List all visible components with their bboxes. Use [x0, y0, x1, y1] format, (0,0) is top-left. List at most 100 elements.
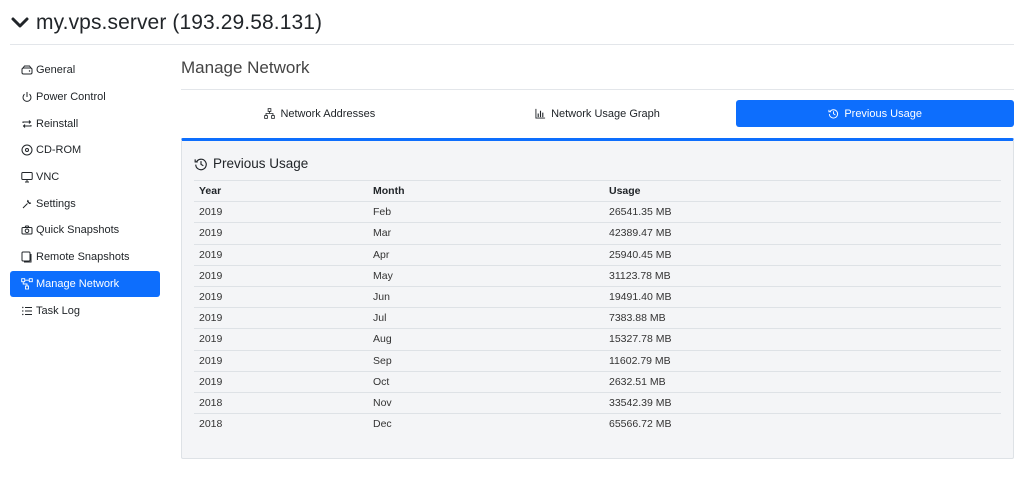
previous-usage-card: Previous Usage Year Month Usage 2019 Feb 2… — [181, 138, 1014, 459]
bar-chart-icon — [535, 108, 547, 120]
table-row: 2019 Sep 11602.79 MB — [194, 349, 1001, 372]
cell-usage: 65566.72 MB — [604, 413, 1001, 435]
cell-year: 2019 — [194, 243, 368, 266]
cell-year: 2019 — [194, 328, 368, 350]
cell-year: 2019 — [194, 222, 368, 245]
cell-year: 2019 — [194, 201, 368, 223]
sidebar: General Power Control Reinstall CD-ROM V… — [10, 57, 160, 324]
cell-usage: 15327.78 MB — [604, 328, 1001, 350]
sidebar-item-label: Remote Snapshots — [36, 251, 130, 264]
diagram-icon — [264, 107, 276, 120]
sidebar-item-remote-snapshots[interactable]: Remote Snapshots — [10, 244, 160, 271]
sidebar-item-label: VNC — [36, 171, 60, 184]
server-title: my.vps.server (193.29.58.131) — [36, 11, 323, 34]
disc-icon — [20, 144, 33, 157]
sidebar-item-manage-network[interactable]: Manage Network — [10, 270, 160, 298]
cell-month: Sep — [368, 349, 604, 372]
network-icon — [20, 277, 33, 290]
camera-icon — [20, 224, 33, 237]
cell-year: 2019 — [194, 264, 368, 287]
sidebar-item-label: Manage Network — [36, 277, 120, 290]
cell-month: Dec — [368, 413, 604, 435]
sidebar-item-power-control[interactable]: Power Control — [10, 84, 160, 111]
hdd-icon — [20, 64, 33, 77]
table-row: 2019 Mar 42389.47 MB — [194, 222, 1001, 245]
cell-usage: 33542.39 MB — [604, 391, 1001, 414]
table-row: 2019 Aug 15327.78 MB — [194, 328, 1001, 350]
cell-month: Feb — [368, 201, 604, 223]
cell-month: Jul — [368, 307, 604, 329]
cell-month: Mar — [368, 222, 604, 245]
sidebar-item-cd-rom[interactable]: CD-ROM — [10, 137, 160, 164]
table-row: 2019 Oct 2632.51 MB — [194, 370, 1001, 393]
card-title-text: Previous Usage — [213, 156, 309, 171]
cell-usage: 25940.45 MB — [604, 243, 1001, 266]
sidebar-item-general[interactable]: General — [10, 57, 160, 84]
tab-label: Previous Usage — [844, 107, 922, 120]
sidebar-item-label: CD-ROM — [36, 144, 82, 157]
tab-label: Network Usage Graph — [551, 107, 660, 120]
cell-usage: 11602.79 MB — [604, 349, 1001, 372]
cell-year: 2018 — [194, 413, 368, 435]
cell-month: May — [368, 264, 604, 287]
usage-table: Year Month Usage 2019 Feb 26541.35 MB 2019… — [194, 179, 1001, 435]
sidebar-item-label: Power Control — [36, 91, 106, 104]
sidebar-item-label: General — [36, 64, 76, 77]
column-header-month: Month — [368, 179, 604, 202]
cell-usage: 7383.88 MB — [604, 307, 1001, 329]
table-row: 2019 Feb 26541.35 MB — [194, 201, 1001, 223]
sidebar-item-label: Settings — [36, 197, 76, 210]
sidebar-item-task-log[interactable]: Task Log — [10, 297, 160, 324]
copy-icon — [20, 251, 33, 264]
cell-year: 2019 — [194, 285, 368, 308]
column-header-year: Year — [194, 179, 368, 202]
title-divider — [181, 89, 1014, 90]
table-row: 2019 Jul 7383.88 MB — [194, 307, 1001, 329]
cell-month: Jun — [368, 285, 604, 308]
cell-year: 2019 — [194, 307, 368, 329]
cell-year: 2018 — [194, 391, 368, 414]
display-icon — [20, 171, 33, 184]
column-header-usage: Usage — [604, 179, 1001, 202]
cell-usage: 31123.78 MB — [604, 264, 1001, 287]
cell-usage: 26541.35 MB — [604, 201, 1001, 223]
sidebar-item-quick-snapshots[interactable]: Quick Snapshots — [10, 217, 160, 244]
sidebar-item-label: Task Log — [36, 304, 81, 317]
cell-month: Aug — [368, 328, 604, 350]
sidebar-item-vnc[interactable]: VNC — [10, 164, 160, 191]
table-row: 2019 Jun 19491.40 MB — [194, 285, 1001, 308]
tab-label: Network Addresses — [280, 107, 376, 120]
list-icon — [20, 304, 33, 317]
history-icon — [194, 157, 208, 171]
cell-year: 2019 — [194, 349, 368, 372]
wrench-icon — [20, 197, 33, 210]
sidebar-item-label: Reinstall — [36, 117, 79, 130]
cell-usage: 2632.51 MB — [604, 370, 1001, 393]
tab-network-usage-graph[interactable]: Network Usage Graph — [459, 100, 737, 127]
cell-year: 2019 — [194, 370, 368, 393]
server-header[interactable]: my.vps.server (193.29.58.131) — [10, 8, 322, 38]
repeat-icon — [20, 117, 33, 130]
table-row: 2019 Apr 25940.45 MB — [194, 243, 1001, 266]
header-divider — [10, 44, 1014, 45]
cell-usage: 42389.47 MB — [604, 222, 1001, 245]
sidebar-item-label: Quick Snapshots — [36, 224, 120, 237]
sidebar-item-reinstall[interactable]: Reinstall — [10, 110, 160, 137]
table-row: 2019 May 31123.78 MB — [194, 264, 1001, 287]
sidebar-item-settings[interactable]: Settings — [10, 190, 160, 217]
cell-month: Apr — [368, 243, 604, 266]
tab-network-addresses[interactable]: Network Addresses — [181, 100, 459, 127]
cell-month: Nov — [368, 391, 604, 414]
tab-previous-usage[interactable]: Previous Usage — [736, 100, 1014, 127]
cell-usage: 19491.40 MB — [604, 285, 1001, 308]
tab-bar: Network Addresses Network Usage Graph Pr… — [181, 100, 1014, 127]
table-header-row: Year Month Usage — [194, 179, 1001, 202]
table-row: 2018 Dec 65566.72 MB — [194, 413, 1001, 435]
cell-month: Oct — [368, 370, 604, 393]
table-row: 2018 Nov 33542.39 MB — [194, 391, 1001, 414]
power-icon — [20, 91, 33, 104]
card-title: Previous Usage — [194, 156, 308, 171]
history-icon — [828, 108, 840, 120]
chevron-down-icon — [11, 17, 29, 28]
page-title: Manage Network — [181, 58, 310, 77]
